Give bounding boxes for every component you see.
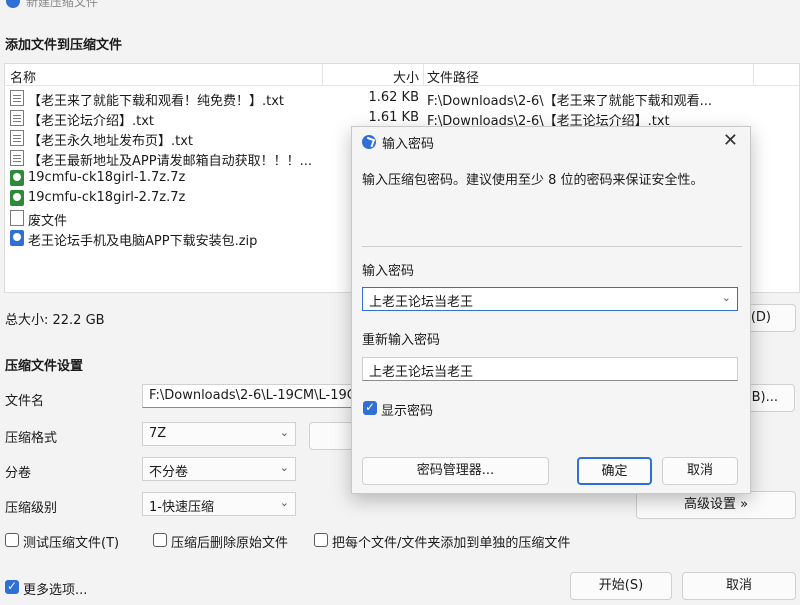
level-value: 1-快速压缩	[149, 500, 214, 515]
split-label: 分卷	[5, 466, 32, 481]
text-file-icon	[10, 150, 24, 166]
more-options-checkbox[interactable]	[5, 579, 19, 594]
app-icon	[362, 135, 376, 149]
column-size[interactable]: 大小	[393, 67, 419, 86]
file-size: 1.62 KB	[368, 90, 419, 105]
zip-icon	[10, 230, 24, 246]
column-divider[interactable]	[753, 64, 754, 86]
file-name: 【老王永久地址发布页】.txt	[28, 134, 194, 149]
archive-icon	[10, 170, 24, 186]
separate-archives-label[interactable]: 把每个文件/文件夹添加到单独的压缩文件	[332, 532, 570, 551]
level-label: 压缩级别	[5, 501, 58, 516]
file-list-header: 名称 大小 文件路径	[5, 64, 799, 86]
total-size: 总大小: 22.2 GB	[5, 313, 105, 328]
password-value: 上老王论坛当老王	[369, 295, 474, 310]
file-path: F:\Downloads\2-6\【老王来了就能下载和观看...	[427, 94, 713, 109]
file-name: 【老王最新地址及APP请发邮箱自动获取！！！...	[28, 154, 312, 169]
chevron-down-icon: ⌄	[279, 461, 289, 474]
file-name: 19cmfu-ck18girl-1.7z.7z	[28, 170, 186, 185]
format-options-button[interactable]	[309, 422, 353, 450]
ok-button[interactable]: 确定	[577, 457, 652, 485]
text-file-icon	[10, 130, 24, 146]
chevron-down-icon[interactable]: ⌄	[722, 291, 731, 304]
file-row[interactable]: 【老王来了就能下载和观看！纯免费！】.txt 1.62 KB F:\Downlo…	[5, 88, 799, 109]
separate-archives-checkbox[interactable]	[314, 533, 328, 547]
format-value: 7Z	[149, 426, 167, 441]
close-icon[interactable]: ✕	[723, 131, 738, 151]
column-name[interactable]: 名称	[10, 67, 36, 86]
delete-after-label[interactable]: 压缩后删除原始文件	[171, 532, 288, 551]
show-password-checkbox[interactable]	[363, 400, 377, 415]
filename-input[interactable]: F:\Downloads\2-6\L-19CM\L-19C	[142, 384, 354, 408]
text-file-icon	[10, 110, 24, 126]
blank-file-icon	[10, 210, 24, 226]
password-label: 输入密码	[362, 264, 415, 279]
more-options-label[interactable]: 更多选项...	[23, 579, 87, 598]
password-input[interactable]: 上老王论坛当老王 ⌄	[362, 287, 738, 311]
chevron-down-icon: ⌄	[279, 496, 289, 509]
text-file-icon	[10, 90, 24, 106]
window-titlebar: 新建压缩文件	[0, 0, 800, 12]
archive-icon	[10, 190, 24, 206]
test-archive-label[interactable]: 测试压缩文件(T)	[23, 532, 119, 551]
format-label: 压缩格式	[5, 431, 58, 446]
dialog-title: 输入密码	[382, 137, 435, 152]
column-divider[interactable]	[322, 64, 323, 86]
file-row[interactable]: 【老王论坛介绍】.txt 1.61 KB F:\Downloads\2-6\【老…	[5, 108, 799, 129]
show-password-label[interactable]: 显示密码	[381, 400, 433, 419]
file-name: 老王论坛手机及电脑APP下载安装包.zip	[28, 234, 258, 249]
dialog-divider	[362, 246, 742, 247]
file-name: 【老王来了就能下载和观看！纯免费！】.txt	[28, 94, 285, 109]
dialog-description: 输入压缩包密码。建议使用至少 8 位的密码来保证安全性。	[362, 173, 704, 188]
chevron-down-icon: ⌄	[279, 426, 289, 439]
split-value: 不分卷	[149, 465, 189, 480]
dialog-cancel-button[interactable]: 取消	[662, 457, 738, 485]
file-name: 废文件	[28, 214, 68, 229]
delete-after-checkbox[interactable]	[153, 533, 167, 547]
column-path[interactable]: 文件路径	[427, 67, 479, 86]
start-button[interactable]: 开始(S)	[570, 572, 672, 600]
settings-title: 压缩文件设置	[5, 359, 84, 374]
password-dialog: 输入密码 ✕ 输入压缩包密码。建议使用至少 8 位的密码来保证安全性。 输入密码…	[351, 126, 751, 494]
confirm-password-input[interactable]: 上老王论坛当老王	[362, 357, 738, 381]
window-title: 新建压缩文件	[26, 0, 99, 9]
password-manager-button[interactable]: 密码管理器...	[362, 457, 549, 485]
confirm-password-label: 重新输入密码	[362, 333, 441, 348]
file-name: 【老王论坛介绍】.txt	[28, 114, 155, 129]
filename-label: 文件名	[5, 394, 45, 409]
file-name: 19cmfu-ck18girl-2.7z.7z	[28, 190, 186, 205]
level-select[interactable]: 1-快速压缩 ⌄	[142, 492, 296, 516]
main-cancel-button[interactable]: 取消	[682, 572, 796, 600]
split-select[interactable]: 不分卷 ⌄	[142, 457, 296, 481]
add-files-title: 添加文件到压缩文件	[5, 38, 123, 53]
app-icon	[6, 0, 20, 8]
file-size: 1.61 KB	[368, 110, 419, 125]
column-divider[interactable]	[423, 64, 424, 86]
test-archive-checkbox[interactable]	[5, 533, 19, 547]
format-select[interactable]: 7Z ⌄	[142, 422, 296, 446]
advanced-settings-button[interactable]: 高级设置 »	[636, 491, 796, 519]
